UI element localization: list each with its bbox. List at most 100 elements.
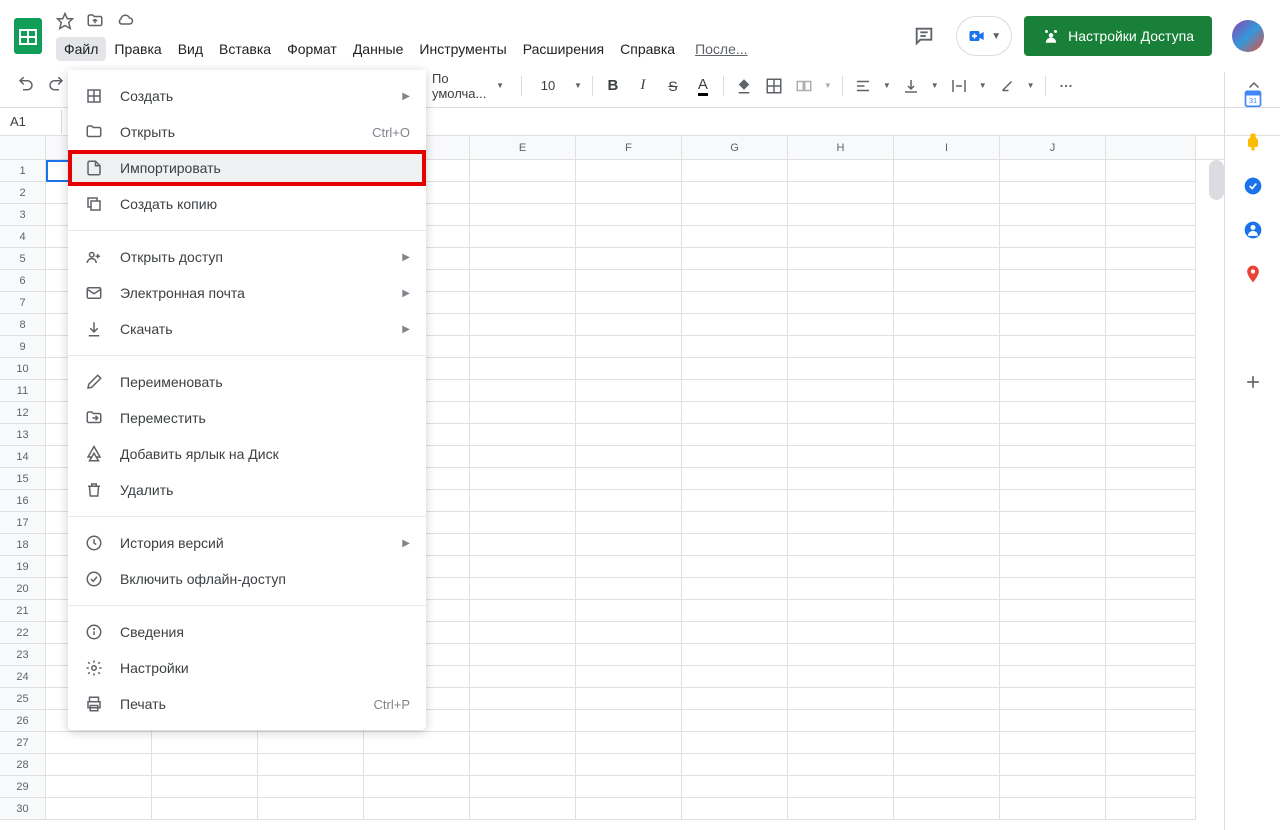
cell[interactable] <box>1106 732 1196 754</box>
cell[interactable] <box>682 688 788 710</box>
cell[interactable] <box>894 490 1000 512</box>
cell[interactable] <box>470 644 576 666</box>
cell[interactable] <box>1106 600 1196 622</box>
cell[interactable] <box>470 556 576 578</box>
cell[interactable] <box>894 534 1000 556</box>
cell[interactable] <box>788 292 894 314</box>
cell[interactable] <box>470 776 576 798</box>
menu-edit[interactable]: Правка <box>106 37 169 61</box>
cell[interactable] <box>1106 490 1196 512</box>
cell[interactable] <box>470 534 576 556</box>
menu-move[interactable]: Переместить <box>68 400 426 436</box>
cell[interactable] <box>682 160 788 182</box>
cell[interactable] <box>364 754 470 776</box>
cell[interactable] <box>894 666 1000 688</box>
wrap-dropdown[interactable]: ▼ <box>975 81 991 90</box>
cell[interactable] <box>682 380 788 402</box>
contacts-icon[interactable] <box>1243 220 1263 240</box>
cell[interactable] <box>1000 556 1106 578</box>
cell[interactable] <box>682 512 788 534</box>
cell[interactable] <box>682 622 788 644</box>
row-header[interactable]: 8 <box>0 314 46 336</box>
cell[interactable] <box>682 666 788 688</box>
cell[interactable] <box>1106 358 1196 380</box>
cell[interactable] <box>1000 776 1106 798</box>
cell[interactable] <box>1106 622 1196 644</box>
menu-email[interactable]: Электронная почта ▶ <box>68 275 426 311</box>
cell[interactable] <box>152 798 258 820</box>
cell[interactable] <box>576 270 682 292</box>
row-header[interactable]: 5 <box>0 248 46 270</box>
cell[interactable] <box>576 446 682 468</box>
cell[interactable] <box>1000 578 1106 600</box>
row-header[interactable]: 30 <box>0 798 46 820</box>
cell[interactable] <box>788 644 894 666</box>
cell[interactable] <box>364 732 470 754</box>
cell[interactable] <box>894 380 1000 402</box>
tasks-icon[interactable] <box>1243 176 1263 196</box>
font-size-selector[interactable]: 10 <box>528 73 568 99</box>
menu-open[interactable]: Открыть Ctrl+O <box>68 114 426 150</box>
cell[interactable] <box>470 248 576 270</box>
col-header[interactable]: H <box>788 136 894 159</box>
merge-button[interactable] <box>790 72 818 100</box>
cell[interactable] <box>682 710 788 732</box>
cell[interactable] <box>788 688 894 710</box>
cell[interactable] <box>788 468 894 490</box>
cell[interactable] <box>258 732 364 754</box>
cell[interactable] <box>576 710 682 732</box>
cell[interactable] <box>470 754 576 776</box>
cell[interactable] <box>1106 446 1196 468</box>
share-button[interactable]: Настройки Доступа <box>1024 16 1212 56</box>
row-header[interactable]: 16 <box>0 490 46 512</box>
cell[interactable] <box>470 226 576 248</box>
cell[interactable] <box>682 446 788 468</box>
halign-dropdown[interactable]: ▼ <box>879 81 895 90</box>
cell[interactable] <box>470 204 576 226</box>
cell[interactable] <box>576 776 682 798</box>
cell[interactable] <box>788 534 894 556</box>
row-header[interactable]: 14 <box>0 446 46 468</box>
sheets-logo[interactable] <box>8 16 48 56</box>
cell[interactable] <box>576 688 682 710</box>
menu-delete[interactable]: Удалить <box>68 472 426 508</box>
cell[interactable] <box>1000 226 1106 248</box>
cell[interactable] <box>894 710 1000 732</box>
menu-make-copy[interactable]: Создать копию <box>68 186 426 222</box>
cell[interactable] <box>894 732 1000 754</box>
cell[interactable] <box>894 754 1000 776</box>
cell[interactable] <box>682 754 788 776</box>
row-header[interactable]: 4 <box>0 226 46 248</box>
cell[interactable] <box>682 358 788 380</box>
cell[interactable] <box>682 578 788 600</box>
cell[interactable] <box>1000 754 1106 776</box>
cell[interactable] <box>152 754 258 776</box>
maps-icon[interactable] <box>1243 264 1263 284</box>
col-header[interactable]: F <box>576 136 682 159</box>
cell[interactable] <box>1106 270 1196 292</box>
cell[interactable] <box>1106 160 1196 182</box>
cell[interactable] <box>1000 468 1106 490</box>
cell[interactable] <box>682 556 788 578</box>
cell[interactable] <box>682 204 788 226</box>
calendar-icon[interactable]: 31 <box>1243 88 1263 108</box>
cell[interactable] <box>470 732 576 754</box>
cell[interactable] <box>470 688 576 710</box>
cell[interactable] <box>576 732 682 754</box>
row-header[interactable]: 23 <box>0 644 46 666</box>
cell[interactable] <box>576 600 682 622</box>
wrap-button[interactable] <box>945 72 973 100</box>
cell[interactable] <box>46 754 152 776</box>
select-all-corner[interactable] <box>0 136 46 159</box>
cell[interactable] <box>788 380 894 402</box>
cell[interactable] <box>576 622 682 644</box>
menu-rename[interactable]: Переименовать <box>68 364 426 400</box>
cell[interactable] <box>1000 160 1106 182</box>
cell[interactable] <box>894 248 1000 270</box>
menu-data[interactable]: Данные <box>345 37 412 61</box>
valign-button[interactable] <box>897 72 925 100</box>
cell[interactable] <box>576 336 682 358</box>
cell[interactable] <box>576 226 682 248</box>
font-size-dropdown[interactable]: ▼ <box>570 81 586 90</box>
meet-button[interactable]: ▼ <box>956 16 1012 56</box>
